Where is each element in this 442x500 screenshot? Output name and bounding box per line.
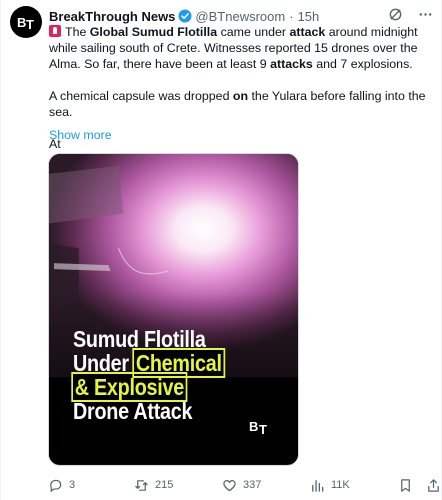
- paragraph-1-segment-0: The: [65, 25, 90, 39]
- repost-count: 215: [155, 479, 174, 491]
- siren-emoji-icon: [49, 25, 61, 37]
- bt-logo-icon: B T: [17, 15, 34, 32]
- svg-text:B: B: [17, 15, 26, 30]
- bt-watermark-icon: B T: [249, 419, 267, 437]
- like-button[interactable]: 337: [222, 478, 261, 493]
- svg-text:B: B: [249, 419, 258, 434]
- paragraph-1-segment-6: and 7 explosions.: [312, 57, 413, 71]
- headline-line-2-prefix: Under: [73, 350, 135, 376]
- repost-button[interactable]: 215: [134, 478, 173, 493]
- headline-highlight-explosive: & Explosive: [71, 372, 188, 402]
- show-more-link[interactable]: Show more: [49, 128, 112, 142]
- heart-icon: [223, 479, 236, 491]
- reply-button[interactable]: 3: [48, 478, 75, 493]
- headline-line-2: Under Chemical: [73, 348, 226, 378]
- author-handle[interactable]: @BTnewsroom: [195, 9, 285, 24]
- video-headline: Sumud Flotilla Under Chemical & Explosiv…: [71, 326, 226, 424]
- author-name[interactable]: BreakThrough News: [49, 9, 175, 24]
- headline-highlight-chemical: Chemical: [132, 348, 226, 378]
- grok-icon[interactable]: [387, 6, 403, 22]
- headline-line-1: Sumud Flotilla: [73, 326, 206, 352]
- views-button[interactable]: 11K: [310, 478, 350, 493]
- paragraph-1: The Global Sumud Flotilla came under att…: [49, 24, 433, 72]
- more-options-icon[interactable]: [417, 6, 433, 22]
- action-bar: 3 215 337 11K: [48, 476, 439, 494]
- share-icon: [428, 478, 439, 492]
- paragraph-1-segment-2: came under: [217, 25, 290, 39]
- separator-dot: ·: [289, 8, 294, 24]
- verified-badge-icon: [178, 9, 192, 23]
- like-count: 337: [243, 479, 262, 491]
- svg-text:T: T: [259, 422, 267, 437]
- views-count: 11K: [331, 479, 350, 491]
- reply-icon: [50, 479, 62, 492]
- paragraph-1-segment-5: attacks: [270, 57, 313, 71]
- paragraph-2-segment-1: on: [232, 89, 249, 103]
- paragraph-1-segment-3: attack: [289, 25, 326, 39]
- avatar[interactable]: B T: [10, 6, 42, 38]
- repost-icon: [135, 479, 148, 491]
- paragraph-1-segment-1: Global Sumud Flotilla: [89, 25, 218, 39]
- reply-count: 3: [69, 479, 76, 491]
- headline-line-4: Drone Attack: [73, 398, 193, 424]
- share-button[interactable]: [426, 478, 441, 493]
- tweet[interactable]: B T BreakThrough News @BTnewsroom · 15h …: [0, 0, 442, 500]
- bookmark-icon: [401, 478, 410, 492]
- views-chart-icon: [312, 479, 324, 492]
- svg-text:T: T: [26, 17, 34, 32]
- tweet-header: BreakThrough News @BTnewsroom · 15h: [49, 8, 433, 24]
- paragraph-2-segment-0: A chemical capsule was dropped: [49, 89, 233, 103]
- bookmark-button[interactable]: [398, 478, 413, 493]
- post-time[interactable]: 15h: [298, 9, 320, 24]
- headline-line-3: & Explosive: [71, 372, 223, 402]
- video-thumbnail[interactable]: Sumud Flotilla Under Chemical & Explosiv…: [48, 153, 299, 466]
- paragraph-2: A chemical capsule was dropped on the Yu…: [49, 88, 433, 120]
